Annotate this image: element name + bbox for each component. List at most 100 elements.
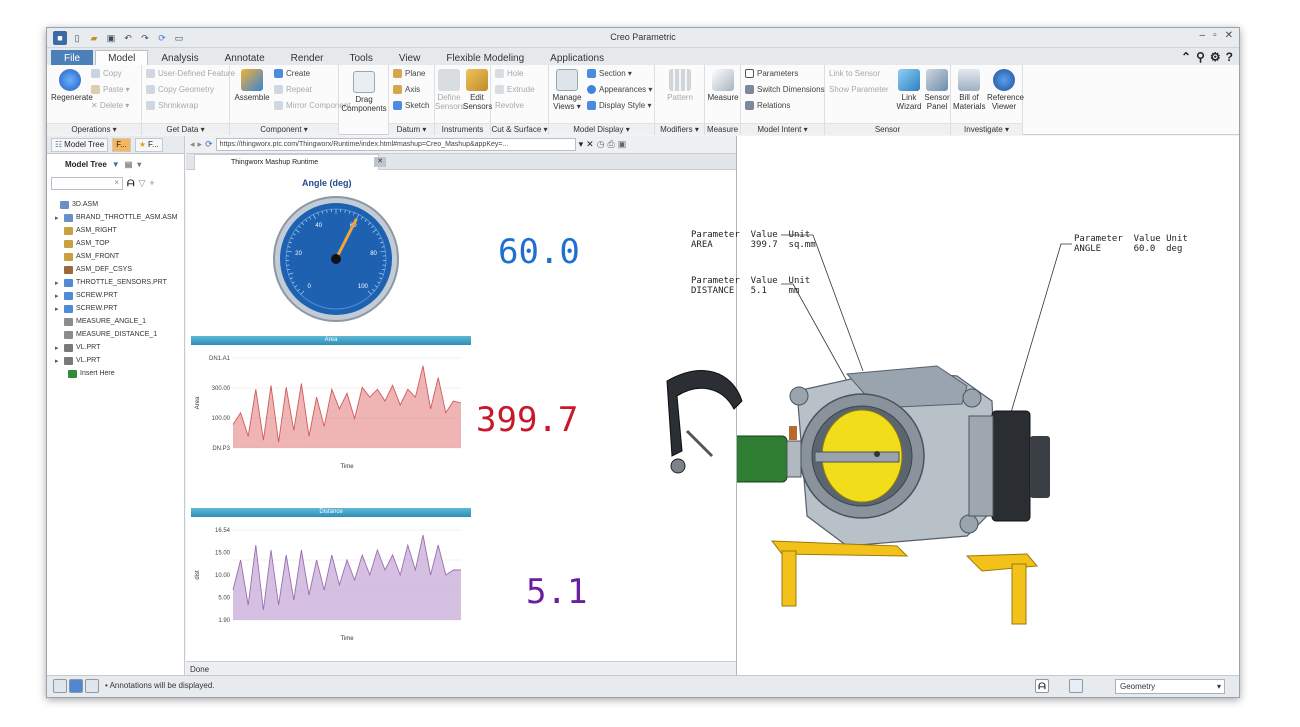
delete-button[interactable]: ✕ Delete ▾ [91,101,129,110]
tree-columns-icon[interactable]: ▤ [125,160,133,169]
revolve-button[interactable]: Revolve [495,101,524,110]
copy-geometry-button[interactable]: Copy Geometry [146,85,214,94]
create-button[interactable]: Create [274,69,310,78]
tab-favorites[interactable]: ★ F... [134,137,163,152]
tree-item[interactable]: ▸ VL.PRT [47,341,184,354]
plane-button[interactable]: Plane [393,69,425,78]
print-icon[interactable]: ⎙ [608,139,615,150]
stop-icon[interactable]: ✕ [586,139,594,150]
tab-flexible-modeling[interactable]: Flexible Modeling [433,50,537,65]
tree-item[interactable]: ▸ SCREW.PRT [47,289,184,302]
manage-views-button[interactable]: Manage Views ▾ [551,69,583,111]
get-data-group-label[interactable]: Get Data ▾ [142,123,229,135]
smart-select-icon[interactable]: ᗩ [1035,679,1049,693]
find-icon[interactable]: ᗩ [127,178,134,189]
browser-tab-close-icon[interactable]: ✕ [374,157,386,167]
url-input[interactable]: https://thingworx.ptc.com/Thingworx/Runt… [215,138,576,151]
tree-item[interactable]: MEASURE_ANGLE_1 [47,315,184,328]
minimize-icon[interactable]: – [1200,30,1206,41]
tree-search-input[interactable]: × [51,176,123,190]
measure-group-label[interactable]: Measure [705,123,740,135]
tree-item[interactable]: 3D.ASM [47,198,184,211]
component-group-label[interactable]: Component ▾ [230,123,338,135]
tab-analysis[interactable]: Analysis [148,50,211,65]
expand-arrow-icon[interactable]: ▸ [55,344,61,352]
tree-item[interactable]: ▸ THROTTLE_SENSORS.PRT [47,276,184,289]
display-style-button[interactable]: Display Style ▾ [587,101,651,110]
close-icon[interactable]: ✕ [1225,30,1233,41]
tree-item[interactable]: ▸ VL.PRT [47,354,184,367]
udf-button[interactable]: User-Defined Feature [146,69,235,78]
regenerate-button[interactable]: Regenerate [51,69,93,102]
tree-item[interactable]: MEASURE_DISTANCE_1 [47,328,184,341]
expand-arrow-icon[interactable]: ▸ [55,279,61,287]
tab-render[interactable]: Render [278,50,337,65]
drag-components-button[interactable]: Drag Components [341,71,387,113]
parameters-button[interactable]: Parameters [745,69,798,78]
filter-funnel-icon[interactable]: ▽ [138,178,145,189]
tree-item[interactable]: ASM_DEF_CSYS [47,263,184,276]
restore-icon[interactable]: ▫ [1213,30,1217,41]
measure-button[interactable]: Measure [707,69,739,102]
reference-viewer-button[interactable]: Reference Viewer [987,69,1024,111]
tab-folder[interactable]: F... [112,137,131,152]
tree-filter-icon[interactable]: ▾ [137,160,141,169]
tab-annotate[interactable]: Annotate [212,50,278,65]
define-sensors-button[interactable]: Define Sensors [435,69,464,111]
hole-button[interactable]: Hole [495,69,523,78]
tab-model-tree[interactable]: ☷ Model Tree [51,137,109,152]
copy-button[interactable]: Copy [91,69,122,78]
navigator-toggle-icon[interactable] [69,679,83,693]
add-icon[interactable]: + [149,178,154,188]
paste-button[interactable]: Paste ▾ [91,85,130,94]
bill-of-materials-button[interactable]: Bill of Materials [953,69,985,111]
operations-group-label[interactable]: Operations ▾ [47,123,141,135]
repeat-button[interactable]: Repeat [274,85,312,94]
refresh-icon[interactable]: ⟳ [205,139,213,150]
datum-group-label[interactable]: Datum ▾ [389,123,434,135]
tree-item[interactable]: ASM_TOP [47,237,184,250]
axis-button[interactable]: Axis [393,85,420,94]
instruments-group-label[interactable]: Instruments [435,123,490,135]
investigate-group-label[interactable]: Investigate ▾ [951,123,1022,135]
browser-toggle-icon[interactable] [85,679,99,693]
edit-sensors-button[interactable]: Edit Sensors [463,69,492,111]
go-icon[interactable]: ▾ [579,139,584,150]
search-icon[interactable]: ⚲ [1196,50,1205,64]
save-page-icon[interactable]: ▣ [618,139,627,150]
tab-model[interactable]: Model [95,50,149,65]
tree-item[interactable]: Insert Here [47,367,184,380]
tab-tools[interactable]: Tools [336,50,385,65]
tab-file[interactable]: File [51,50,94,65]
clear-search-icon[interactable]: × [114,178,119,187]
tree-item[interactable]: ASM_RIGHT [47,224,184,237]
selection-filter[interactable]: Geometry ▾ [1115,679,1225,694]
help-icon[interactable]: ? [1226,50,1233,64]
forward-icon[interactable]: ▸ [198,139,203,150]
appearances-button[interactable]: Appearances ▾ [587,85,652,94]
model-intent-group-label[interactable]: Model Intent ▾ [741,123,824,135]
switch-dimensions-button[interactable]: Switch Dimensions [745,85,825,94]
sensor-group-label[interactable]: Sensor [825,123,950,135]
tree-item[interactable]: ▸ BRAND_THROTTLE_ASM.ASM [47,211,184,224]
shrinkwrap-button[interactable]: Shrinkwrap [146,101,198,110]
expand-arrow-icon[interactable]: ▸ [55,214,61,222]
link-wizard-button[interactable]: Link Wizard [895,69,923,111]
back-icon[interactable]: ◂ [190,139,195,150]
pattern-button[interactable]: Pattern [659,69,701,102]
full-screen-icon[interactable] [1069,679,1083,693]
section-button[interactable]: Section ▾ [587,69,632,78]
modifiers-group-label[interactable]: Modifiers ▾ [655,123,704,135]
sketch-button[interactable]: Sketch [393,101,429,110]
tab-applications[interactable]: Applications [537,50,617,65]
show-parameter-button[interactable]: Show Parameter [829,85,889,94]
extrude-button[interactable]: Extrude [495,85,535,94]
tab-view[interactable]: View [386,50,434,65]
link-to-sensor-button[interactable]: Link to Sensor [829,69,880,78]
caret-up-icon[interactable]: ⌃ [1181,50,1191,64]
tree-item[interactable]: ASM_FRONT [47,250,184,263]
layout-icon[interactable] [53,679,67,693]
settings-icon[interactable]: ⚙ [1210,50,1221,64]
sensor-panel-button[interactable]: Sensor Panel [923,69,951,111]
browser-tab[interactable]: Thingworx Mashup Runtime [194,154,379,170]
